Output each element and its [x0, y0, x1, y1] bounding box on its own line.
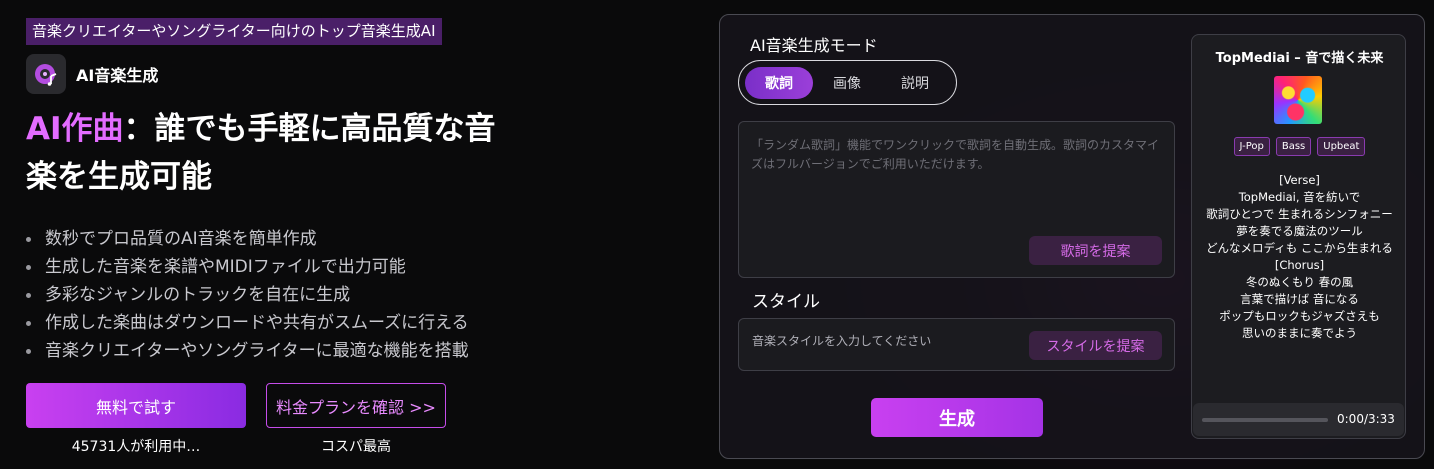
style-title: スタイル — [752, 292, 820, 312]
lyrics-input[interactable]: 「ランダム歌詞」機能でワンクリックで歌詞を自動生成。歌詞のカスタマイズはフルバー… — [738, 121, 1175, 278]
tab-image[interactable]: 画像 — [813, 67, 881, 99]
tab-description[interactable]: 説明 — [881, 67, 949, 99]
brand-name: AI音楽生成 — [76, 66, 159, 85]
bullet-dot-icon — [26, 348, 31, 354]
feature-item: 生成した音楽を楽譜やMIDIファイルで出力可能 — [26, 253, 469, 281]
lyric-line: 歌詞ひとつで 生まれるシンフォニー 夢を奏でる魔法のツール — [1206, 207, 1393, 238]
time-display: 0:00/3:33 — [1337, 412, 1395, 426]
headline-accent: AI作曲 — [26, 111, 124, 147]
lyric-line: [Chorus] — [1274, 258, 1325, 272]
genre-tag: Bass — [1275, 137, 1312, 156]
pricing-plan-button[interactable]: 料金プランを確認 >> — [266, 383, 446, 428]
song-lyrics: [Verse] TopMediai, 音を紡いで 歌詞ひとつで 生まれるシンフォ… — [1202, 172, 1397, 342]
suggest-lyrics-button[interactable]: 歌詞を提案 — [1029, 236, 1162, 265]
progress-bar[interactable] — [1202, 418, 1328, 422]
page-title: AI作曲：誰でも手軽に高品質な音楽を生成可能 — [26, 105, 526, 201]
bullet-dot-icon — [26, 320, 31, 326]
lyric-line: TopMediai, 音を紡いで — [1238, 190, 1361, 204]
top-tagline: 音楽クリエイターやソングライター向けのトップ音楽生成AI — [26, 18, 442, 45]
bullet-dot-icon — [26, 264, 31, 270]
feature-list: 数秒でプロ品質のAI音楽を簡単作成 生成した音楽を楽譜やMIDIファイルで出力可… — [26, 225, 469, 365]
feature-item: 多彩なジャンルのトラックを自在に生成 — [26, 281, 469, 309]
album-cover-image — [1274, 76, 1322, 124]
brand-row: AI音楽生成 — [26, 54, 158, 94]
lyric-line: 言葉で描けば 音になる — [1240, 292, 1359, 306]
bullet-dot-icon — [26, 292, 31, 298]
feature-item: 音楽クリエイターやソングライターに最適な機能を搭載 — [26, 337, 469, 365]
feature-item: 数秒でプロ品質のAI音楽を簡単作成 — [26, 225, 469, 253]
genre-tag: J-Pop — [1233, 137, 1270, 156]
feature-item: 作成した楽曲はダウンロードや共有がスムーズに行える — [26, 309, 469, 337]
lyric-line: どんなメロディも ここから生まれる — [1206, 241, 1393, 255]
lyrics-placeholder: 「ランダム歌詞」機能でワンクリックで歌詞を自動生成。歌詞のカスタマイズはフルバー… — [751, 138, 1160, 171]
genre-tags: J-Pop Bass Upbeat — [1192, 137, 1407, 156]
suggest-style-button[interactable]: スタイルを提案 — [1029, 331, 1162, 360]
generate-button[interactable]: 生成 — [871, 398, 1043, 437]
genre-tag: Upbeat — [1317, 137, 1366, 156]
lyric-line: 冬のぬくもり 春の風 — [1245, 275, 1354, 289]
user-count-caption: 45731人が利用中… — [71, 439, 201, 455]
try-free-button[interactable]: 無料で試す — [26, 383, 246, 428]
style-input[interactable]: 音楽スタイルを入力してください スタイルを提案 — [738, 318, 1175, 371]
audio-player: 0:00/3:33 — [1193, 403, 1404, 436]
music-disc-icon — [26, 54, 66, 94]
pricing-caption: コスパ最高 — [321, 439, 391, 455]
song-preview-card: TopMediai – 音で描く未来 J-Pop Bass Upbeat [Ve… — [1191, 34, 1406, 439]
song-title: TopMediai – 音で描く未来 — [1215, 51, 1384, 66]
lyric-line: 思いのままに奏でよう — [1242, 326, 1357, 340]
bullet-dot-icon — [26, 236, 31, 242]
style-placeholder: 音楽スタイルを入力してください — [752, 334, 932, 348]
mode-tabs: 歌詞 画像 説明 — [738, 60, 957, 105]
mode-title: AI音楽生成モード — [750, 36, 878, 55]
lyric-line: ポップもロックもジャズさえも — [1219, 309, 1380, 323]
tab-lyrics[interactable]: 歌詞 — [745, 66, 813, 99]
lyric-line: [Verse] — [1279, 173, 1320, 187]
